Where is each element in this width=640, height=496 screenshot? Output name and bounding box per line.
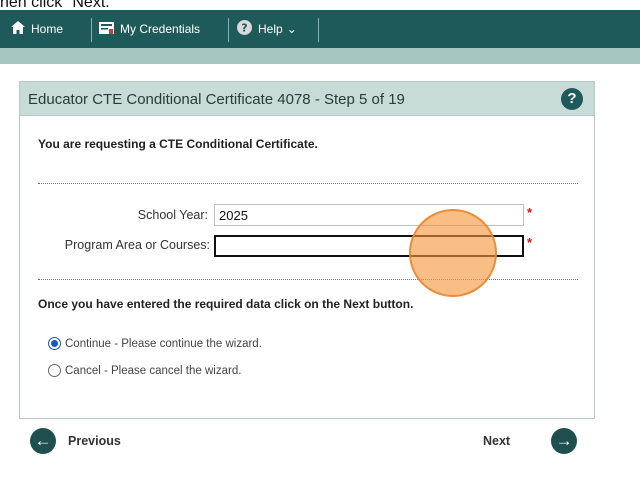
arrow-left-icon: ← xyxy=(30,428,56,454)
nav-separator xyxy=(228,18,229,42)
program-area-input[interactable] xyxy=(214,235,524,257)
svg-text:?: ? xyxy=(241,22,247,35)
nav-home-label: Home xyxy=(31,22,64,36)
home-icon xyxy=(10,20,26,38)
chevron-down-icon: ⌄ xyxy=(286,22,297,36)
nav-separator xyxy=(91,18,92,42)
previous-label: Previous xyxy=(68,434,121,448)
nav-my-credentials[interactable]: My Credentials xyxy=(98,10,200,48)
help-circle-icon: ? xyxy=(236,19,253,39)
dotted-divider xyxy=(38,183,578,184)
intro-text: You are requesting a CTE Conditional Cer… xyxy=(38,137,318,151)
cancel-label: Cancel - Please cancel the wizard. xyxy=(65,364,242,377)
top-navbar: Home My Credentials ? Help ⌄ xyxy=(0,10,640,48)
nav-my-credentials-label: My Credentials xyxy=(120,22,201,36)
school-year-label: School Year: xyxy=(137,208,208,222)
credentials-icon xyxy=(98,21,115,38)
instruction-text: Once you have entered the required data … xyxy=(38,297,414,311)
program-area-label: Program Area or Courses: xyxy=(64,238,210,252)
continue-label: Continue - Please continue the wizard. xyxy=(65,337,262,350)
wizard-panel: Educator CTE Conditional Certificate 407… xyxy=(19,81,595,419)
next-label: Next xyxy=(483,434,511,448)
nav-separator xyxy=(318,18,319,42)
sub-header-stripe xyxy=(0,48,640,64)
arrow-right-icon: → xyxy=(551,428,578,454)
page-title: Educator CTE Conditional Certificate 407… xyxy=(28,91,405,108)
required-marker: * xyxy=(527,235,533,250)
dotted-divider xyxy=(38,279,578,280)
panel-header: Educator CTE Conditional Certificate 407… xyxy=(20,82,594,116)
option-continue[interactable]: Continue - Please continue the wizard. xyxy=(48,337,262,350)
cancel-radio[interactable] xyxy=(48,364,61,377)
school-year-input[interactable] xyxy=(214,204,524,226)
help-icon[interactable]: ? xyxy=(561,88,583,110)
required-marker: * xyxy=(527,205,533,220)
continue-radio[interactable] xyxy=(48,337,61,350)
nav-help-label: Help xyxy=(258,22,283,36)
option-cancel[interactable]: Cancel - Please cancel the wizard. xyxy=(48,364,241,377)
nav-home[interactable]: Home xyxy=(10,10,63,48)
nav-help[interactable]: ? Help ⌄ xyxy=(236,10,297,48)
next-button[interactable]: Next → xyxy=(483,428,578,454)
previous-button[interactable]: ← Previous xyxy=(30,428,121,454)
